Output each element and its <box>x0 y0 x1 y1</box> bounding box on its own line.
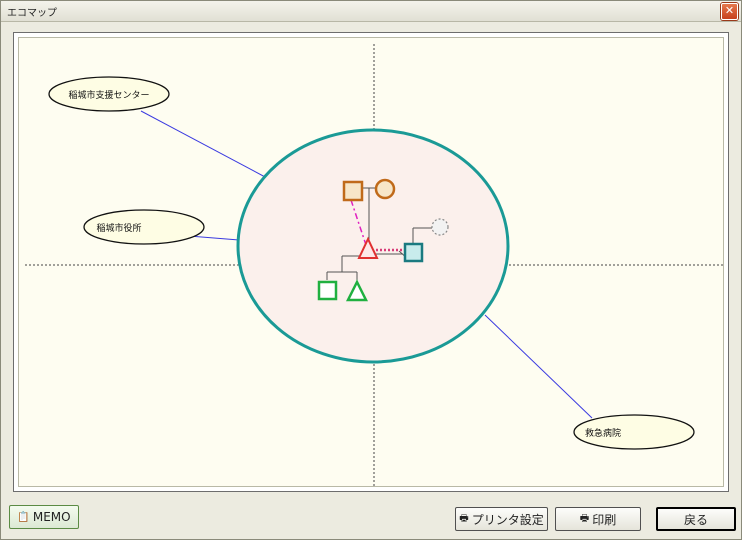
memo-icon: 📋 <box>17 511 30 523</box>
print-button[interactable]: 🖶 印刷 <box>555 507 641 531</box>
printer-settings-label: プリンタ設定 <box>471 512 544 527</box>
connector-hospital <box>484 314 593 419</box>
connector-city-hall <box>188 235 240 241</box>
print-label: 印刷 <box>592 512 617 527</box>
printer-icon: 🖶 <box>579 512 590 524</box>
node-hospital[interactable]: 救急病院 <box>573 414 695 450</box>
father-square-icon <box>342 180 364 202</box>
window-title: エコマップ <box>7 8 57 19</box>
printer-settings-button[interactable]: 🖶 プリンタ設定 <box>455 507 548 531</box>
close-button[interactable]: ✕ <box>721 3 738 20</box>
close-icon: ✕ <box>724 4 735 17</box>
deceased-circle-icon <box>431 218 449 236</box>
mother-circle-icon <box>374 178 396 200</box>
ecomap-canvas: 稲城市支援センター 稲城市役所 救急病院 <box>18 37 724 487</box>
partner-square-icon <box>403 242 424 263</box>
ecomap-canvas-frame: 稲城市支援センター 稲城市役所 救急病院 <box>13 32 729 492</box>
printer-icon: 🖶 <box>459 512 469 524</box>
memo-label: MEMO <box>32 510 71 524</box>
node-label-city-hall: 稲城市役所 <box>96 222 141 234</box>
title-bar: エコマップ ✕ <box>1 1 741 22</box>
child-square-icon <box>317 280 338 301</box>
connector-support-center <box>140 110 268 179</box>
back-label: 戻る <box>683 512 708 527</box>
node-label-hospital: 救急病院 <box>585 427 621 439</box>
memo-button[interactable]: 📋 MEMO <box>9 505 79 529</box>
ecomap-drawing: 稲城市支援センター 稲城市役所 救急病院 <box>25 44 723 486</box>
ecomap-window: エコマップ ✕ 稲城市支援センター 稲城市役所 救急病院 📋 MEMO 🖶 プリ… <box>0 0 742 540</box>
node-city-hall[interactable]: 稲城市役所 <box>83 209 205 245</box>
family-circle <box>236 128 510 364</box>
node-label-support-center: 稲城市支援センター <box>68 89 149 101</box>
back-button[interactable]: 戻る <box>656 507 736 531</box>
node-support-center[interactable]: 稲城市支援センター <box>48 76 170 112</box>
